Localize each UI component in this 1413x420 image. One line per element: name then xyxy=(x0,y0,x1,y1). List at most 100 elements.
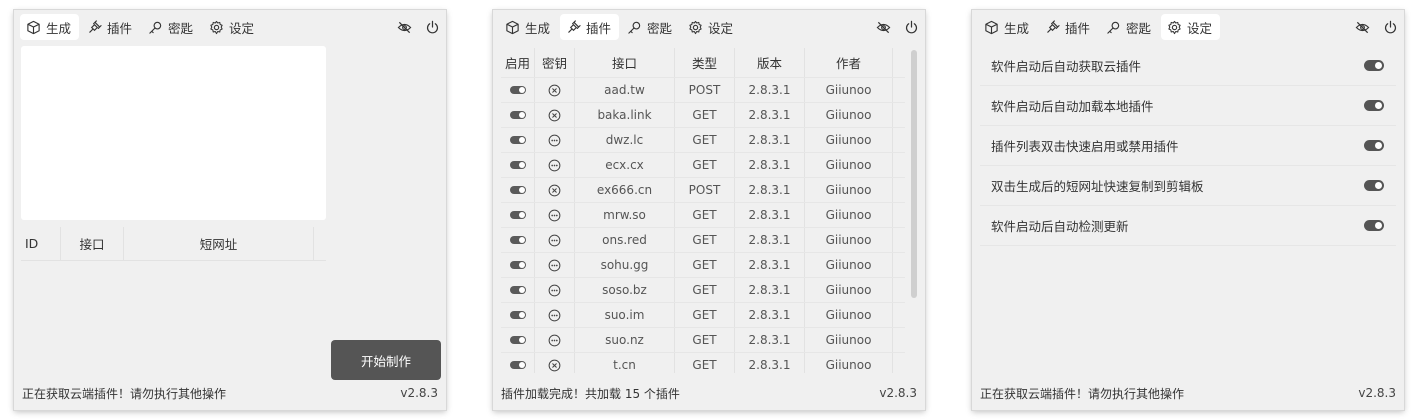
enable-toggle[interactable] xyxy=(501,78,535,102)
version-label: v2.8.3 xyxy=(1358,386,1396,400)
tab-generate[interactable]: 生成 xyxy=(20,14,80,40)
tab-bar: 生成 插件 密匙 设定 xyxy=(978,14,1398,40)
enable-toggle[interactable] xyxy=(501,253,535,277)
table-row[interactable]: ex666.cn POST 2.8.3.1 Giiunoo xyxy=(501,178,905,203)
tab-generate[interactable]: 生成 xyxy=(978,14,1037,40)
setting-row: 软件启动后自动获取云插件 xyxy=(980,46,1396,86)
table-row[interactable]: ons.red GET 2.8.3.1 Giiunoo xyxy=(501,228,905,253)
key-more-icon[interactable] xyxy=(535,153,575,177)
setting-toggle[interactable] xyxy=(1364,60,1384,71)
table-row[interactable]: suo.im GET 2.8.3.1 Giiunoo xyxy=(501,303,905,328)
status-bar: 正在获取云端插件！请勿执行其他操作 v2.8.3 xyxy=(980,384,1396,402)
tab-bar: 生成 插件 密匙 设定 xyxy=(20,14,440,40)
cell-version: 2.8.3.1 xyxy=(735,178,805,202)
tab-settings[interactable]: 设定 xyxy=(1161,14,1221,40)
table-row[interactable]: soso.bz GET 2.8.3.1 Giiunoo xyxy=(501,278,905,303)
key-more-icon[interactable] xyxy=(535,203,575,227)
status-bar: 插件加载完成！共加载 15 个插件 v2.8.3 xyxy=(501,384,917,402)
hide-eye-icon[interactable] xyxy=(1355,20,1370,35)
setting-row: 双击生成后的短网址快速复制到剪辑板 xyxy=(980,166,1396,206)
tab-keys[interactable]: 密匙 xyxy=(142,14,201,40)
col-type: 类型 xyxy=(675,48,735,77)
key-missing-icon[interactable] xyxy=(535,78,575,102)
table-row[interactable]: dwz.lc GET 2.8.3.1 Giiunoo xyxy=(501,128,905,153)
enable-toggle[interactable] xyxy=(501,178,535,202)
power-icon[interactable] xyxy=(425,20,440,35)
tab-label: 密匙 xyxy=(168,20,194,36)
table-row[interactable]: mrw.so GET 2.8.3.1 Giiunoo xyxy=(501,203,905,228)
cell-api: dwz.lc xyxy=(575,128,675,152)
cell-version: 2.8.3.1 xyxy=(735,203,805,227)
setting-toggle[interactable] xyxy=(1364,140,1384,151)
tab-generate[interactable]: 生成 xyxy=(499,14,558,40)
key-more-icon[interactable] xyxy=(535,228,575,252)
cube-icon xyxy=(27,20,40,34)
cell-author: Giiunoo xyxy=(805,303,893,327)
key-more-icon[interactable] xyxy=(535,303,575,327)
version-label: v2.8.3 xyxy=(879,386,917,400)
cube-icon xyxy=(506,20,519,34)
key-more-icon[interactable] xyxy=(535,253,575,277)
table-row[interactable]: suo.nz GET 2.8.3.1 Giiunoo xyxy=(501,328,905,353)
cell-api: suo.im xyxy=(575,303,675,327)
tab-settings[interactable]: 设定 xyxy=(682,14,741,40)
tab-plugins[interactable]: 插件 xyxy=(1039,14,1098,40)
cell-version: 2.8.3.1 xyxy=(735,328,805,352)
setting-toggle[interactable] xyxy=(1364,100,1384,111)
key-more-icon[interactable] xyxy=(535,128,575,152)
enable-toggle[interactable] xyxy=(501,203,535,227)
table-row[interactable]: t.cn GET 2.8.3.1 Giiunoo xyxy=(501,353,905,373)
url-input-area[interactable] xyxy=(21,46,326,220)
cell-type: GET xyxy=(675,228,735,252)
cell-api: suo.nz xyxy=(575,328,675,352)
tab-keys[interactable]: 密匙 xyxy=(621,14,680,40)
key-more-icon[interactable] xyxy=(535,278,575,302)
table-row[interactable]: ecx.cx GET 2.8.3.1 Giiunoo xyxy=(501,153,905,178)
hide-eye-icon[interactable] xyxy=(397,20,412,35)
cell-author: Giiunoo xyxy=(805,328,893,352)
start-button[interactable]: 开始制作 xyxy=(331,340,441,380)
cell-author: Giiunoo xyxy=(805,153,893,177)
tab-bar: 生成 插件 密匙 设定 xyxy=(499,14,919,40)
tab-plugins[interactable]: 插件 xyxy=(81,14,140,40)
key-missing-icon[interactable] xyxy=(535,103,575,127)
cell-api: t.cn xyxy=(575,353,675,373)
enable-toggle[interactable] xyxy=(501,128,535,152)
key-missing-icon[interactable] xyxy=(535,353,575,373)
cell-author: Giiunoo xyxy=(805,78,893,102)
tab-label: 生成 xyxy=(525,20,551,36)
enable-toggle[interactable] xyxy=(501,153,535,177)
tab-label: 插件 xyxy=(107,20,133,36)
enable-toggle[interactable] xyxy=(501,278,535,302)
cell-type: GET xyxy=(675,328,735,352)
hide-eye-icon[interactable] xyxy=(876,20,891,35)
enable-toggle[interactable] xyxy=(501,303,535,327)
tab-settings[interactable]: 设定 xyxy=(203,14,262,40)
power-icon[interactable] xyxy=(1383,20,1398,35)
scrollbar[interactable] xyxy=(911,50,917,298)
cube-icon xyxy=(985,20,998,34)
key-missing-icon[interactable] xyxy=(535,178,575,202)
enable-toggle[interactable] xyxy=(501,328,535,352)
setting-toggle[interactable] xyxy=(1364,220,1384,231)
tab-keys[interactable]: 密匙 xyxy=(1100,14,1159,40)
power-icon[interactable] xyxy=(904,20,919,35)
key-more-icon[interactable] xyxy=(535,328,575,352)
cell-version: 2.8.3.1 xyxy=(735,303,805,327)
plug-icon xyxy=(89,19,102,33)
tab-plugins[interactable]: 插件 xyxy=(560,14,620,40)
setting-row: 软件启动后自动检测更新 xyxy=(980,206,1396,246)
cell-author: Giiunoo xyxy=(805,253,893,277)
enable-toggle[interactable] xyxy=(501,228,535,252)
table-row[interactable]: baka.link GET 2.8.3.1 Giiunoo xyxy=(501,103,905,128)
status-bar: 正在获取云端插件！请勿执行其他操作 v2.8.3 xyxy=(22,384,438,402)
enable-toggle[interactable] xyxy=(501,353,535,373)
table-row[interactable]: sohu.gg GET 2.8.3.1 Giiunoo xyxy=(501,253,905,278)
cell-type: GET xyxy=(675,278,735,302)
tab-label: 插件 xyxy=(1065,20,1091,36)
table-row[interactable]: aad.tw POST 2.8.3.1 Giiunoo xyxy=(501,78,905,103)
enable-toggle[interactable] xyxy=(501,103,535,127)
tab-label: 密匙 xyxy=(1126,20,1152,36)
setting-toggle[interactable] xyxy=(1364,180,1384,191)
cell-type: POST xyxy=(675,78,735,102)
